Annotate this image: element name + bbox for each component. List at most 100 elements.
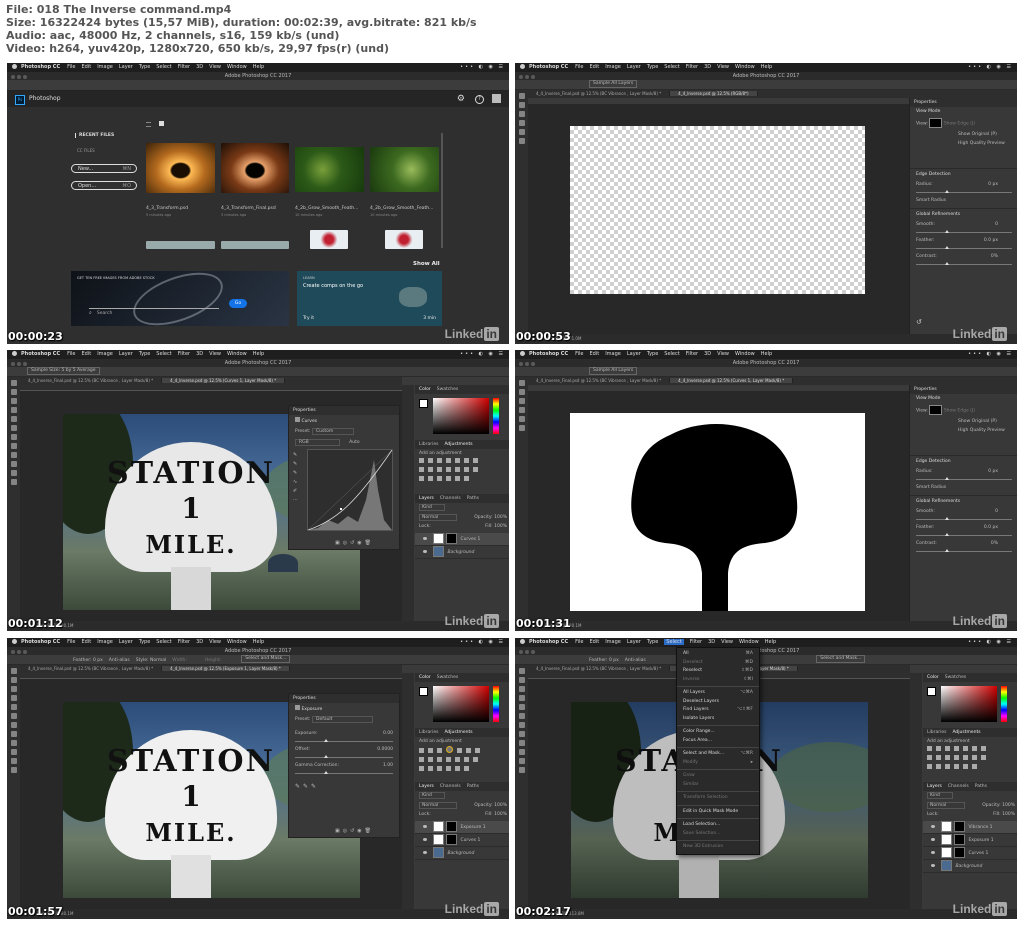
adjustments-tab[interactable]: Adjustments: [444, 442, 472, 447]
layer-row[interactable]: Background: [923, 860, 1017, 873]
tool-icon[interactable]: [518, 111, 525, 117]
apple-icon[interactable]: [12, 64, 17, 69]
color-tab[interactable]: Color: [927, 675, 939, 680]
kind-select[interactable]: Kind: [419, 792, 445, 799]
view-grid-icon[interactable]: [159, 121, 164, 126]
edge-detection-heading[interactable]: Edge Detection: [910, 168, 1017, 180]
tool-icon[interactable]: [518, 704, 525, 710]
adjustment-icons[interactable]: [417, 745, 487, 774]
menu-window[interactable]: Window: [739, 639, 759, 645]
menu-help[interactable]: Help: [253, 351, 264, 357]
preset-select[interactable]: Custom: [312, 428, 355, 435]
tool-icon[interactable]: [10, 767, 17, 773]
avatar[interactable]: [492, 94, 501, 103]
recent-thumbnail[interactable]: [146, 241, 215, 249]
libraries-tab[interactable]: Libraries: [927, 730, 946, 735]
menu-3d[interactable]: 3D: [704, 351, 711, 357]
menu-file[interactable]: File: [67, 64, 75, 70]
menu-layer[interactable]: Layer: [627, 351, 641, 357]
tool-icon[interactable]: [10, 677, 17, 683]
visibility-eye-icon[interactable]: [423, 838, 427, 841]
tool-icon[interactable]: [518, 398, 525, 404]
layer-name[interactable]: Background: [447, 550, 474, 555]
tool-icon[interactable]: [10, 704, 17, 710]
menu-image[interactable]: Image: [605, 351, 621, 357]
menu-edit[interactable]: Edit: [590, 639, 600, 645]
swatches-tab[interactable]: Swatches: [945, 675, 967, 680]
stock-card[interactable]: GET TEN FREE IMAGES FROM ADOBE STOCK ⌕ S…: [71, 262, 289, 336]
menu-window[interactable]: Window: [227, 639, 247, 645]
menu-view[interactable]: View: [721, 639, 733, 645]
menu-window[interactable]: Window: [735, 64, 755, 70]
menu-type[interactable]: Type: [647, 64, 658, 70]
recent-thumbnail[interactable]: [221, 241, 289, 249]
menu-view[interactable]: View: [717, 64, 729, 70]
select-menu-item[interactable]: Deselect Layers: [677, 698, 759, 707]
select-and-mask-button[interactable]: Select and Mask...: [241, 655, 291, 663]
tool-icon[interactable]: [10, 452, 17, 458]
tool-icon[interactable]: [518, 138, 525, 144]
menu-window[interactable]: Window: [227, 351, 247, 357]
paths-tab[interactable]: Paths: [467, 496, 479, 501]
tool-icon[interactable]: [518, 129, 525, 135]
visibility-eye-icon[interactable]: [423, 825, 427, 828]
layer-row[interactable]: Exposure 1: [923, 834, 1017, 847]
gamma-value[interactable]: 1.00: [383, 763, 393, 768]
transparent-canvas[interactable]: [570, 126, 865, 294]
select-menu-item[interactable]: Edit in Quick Mask Mode: [677, 808, 759, 817]
exposure-slider[interactable]: [295, 739, 393, 742]
menu-type[interactable]: Type: [647, 639, 658, 645]
height-field[interactable]: Height:: [205, 658, 221, 663]
view-thumbnail[interactable]: [929, 405, 943, 415]
select-menu-item[interactable]: Focus Area...: [677, 737, 759, 746]
recent-thumbnail[interactable]: [295, 147, 364, 192]
anti-alias-checkbox[interactable]: Anti-alias: [625, 658, 646, 663]
document-tab[interactable]: 4_4_Inverse_Final.psd @ 12.5% (BC Vibran…: [528, 666, 671, 671]
smooth-slider[interactable]: [916, 517, 1012, 520]
tool-icon[interactable]: [518, 668, 525, 674]
menu-filter[interactable]: Filter: [178, 351, 190, 357]
settings-gear-icon[interactable]: ⚙: [457, 94, 465, 104]
kind-select[interactable]: Kind: [927, 792, 953, 799]
menu-image[interactable]: Image: [605, 64, 621, 70]
show-original-checkbox[interactable]: Show Original (P): [910, 417, 1017, 426]
menu-select[interactable]: Select: [156, 639, 171, 645]
mask-canvas[interactable]: [570, 413, 865, 611]
layers-tab[interactable]: Layers: [927, 784, 942, 789]
feather-option[interactable]: Feather: 0 px: [73, 658, 103, 663]
tool-icon[interactable]: [10, 461, 17, 467]
tool-icon[interactable]: [10, 668, 17, 674]
reset-icon[interactable]: ↺: [916, 318, 922, 326]
tool-icon[interactable]: [518, 425, 525, 431]
tool-icon[interactable]: [518, 416, 525, 422]
visibility-eye-icon[interactable]: [423, 851, 427, 854]
menu-edit[interactable]: Edit: [82, 351, 92, 357]
tool-icon[interactable]: [518, 767, 525, 773]
anti-alias-checkbox[interactable]: Anti-alias: [109, 658, 130, 663]
kind-select[interactable]: Kind: [419, 504, 445, 511]
global-refinements-heading[interactable]: Global Refinements: [910, 208, 1017, 220]
color-picker[interactable]: [941, 686, 997, 722]
menu-window[interactable]: Window: [227, 64, 247, 70]
menu-view[interactable]: View: [209, 351, 221, 357]
document-tab[interactable]: 4_4_Inverse_Final.psd @ 12.5% (BC Vibran…: [20, 378, 163, 383]
smooth-value[interactable]: 0: [995, 222, 998, 227]
menu-3d[interactable]: 3D: [708, 639, 715, 645]
tool-icon[interactable]: [518, 749, 525, 755]
tool-icon[interactable]: [10, 380, 17, 386]
document-tab[interactable]: 4_4_Inverse_Final.psd @ 12.5% (BC Vibran…: [528, 91, 671, 96]
tool-icon[interactable]: [518, 93, 525, 99]
foreground-swatch[interactable]: [419, 399, 428, 408]
view-list-icon[interactable]: [146, 122, 151, 127]
menu-file[interactable]: File: [67, 351, 75, 357]
new-button[interactable]: New... ⌘N: [71, 164, 137, 173]
help-icon[interactable]: ?: [475, 95, 484, 104]
menu-file[interactable]: File: [575, 351, 583, 357]
apple-icon[interactable]: [520, 64, 525, 69]
radius-value[interactable]: 0 px: [988, 182, 998, 187]
show-edge-checkbox[interactable]: Show Edge (J): [944, 409, 975, 414]
recent-thumbnail[interactable]: [146, 143, 215, 193]
tool-icon[interactable]: [10, 758, 17, 764]
paths-tab[interactable]: Paths: [975, 784, 987, 789]
tool-icon[interactable]: [10, 731, 17, 737]
